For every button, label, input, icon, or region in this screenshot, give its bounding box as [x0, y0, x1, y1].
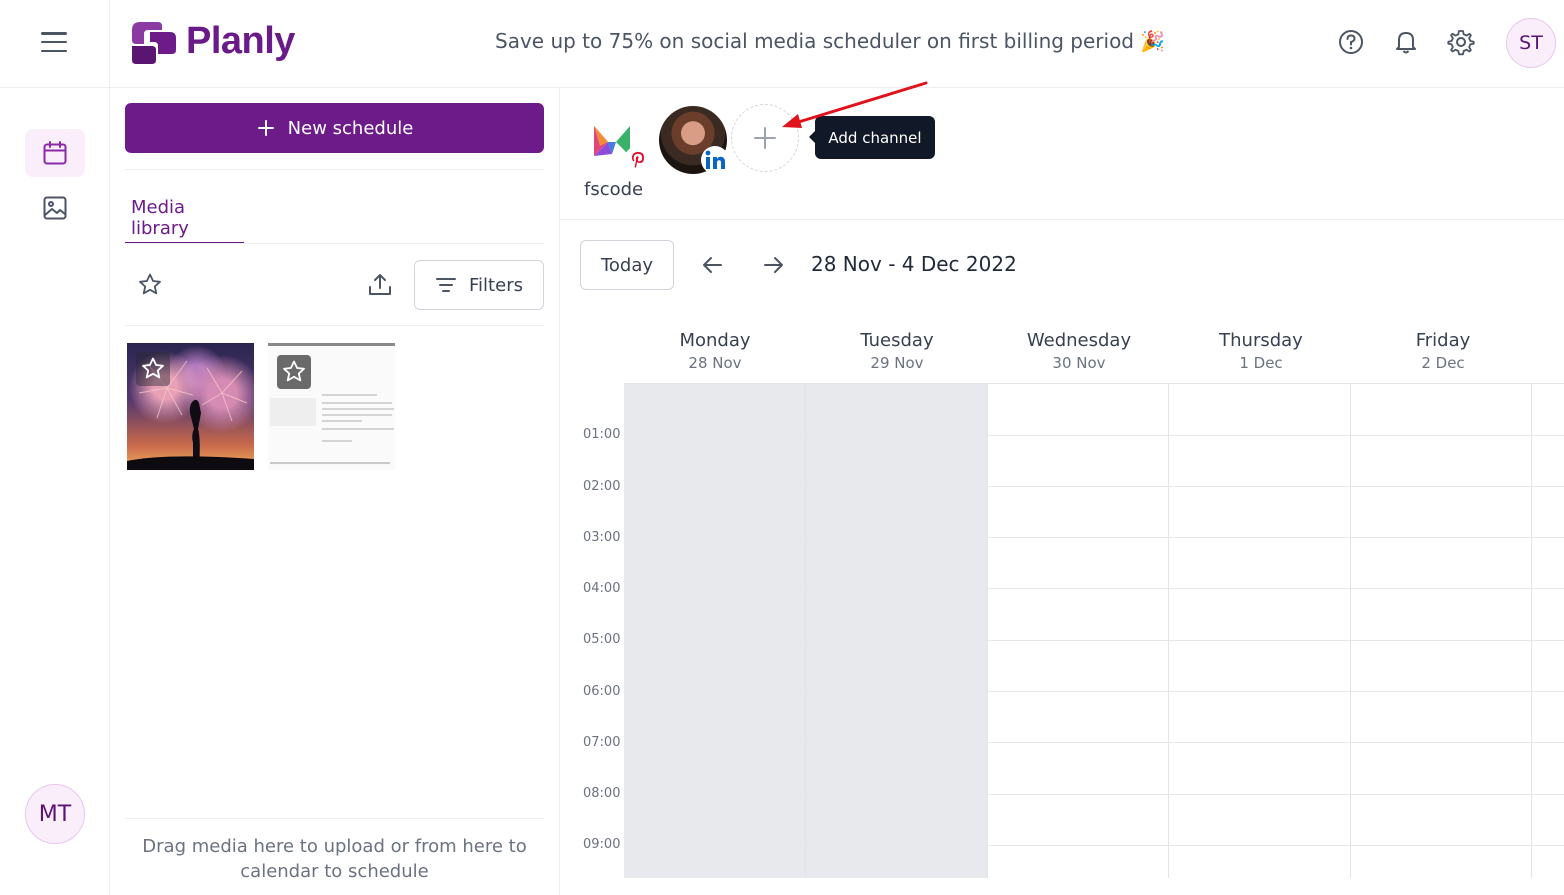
upload-icon[interactable] [364, 269, 396, 301]
day-date: 29 Nov [870, 354, 924, 372]
divider [560, 219, 1564, 220]
grid-column-line [987, 384, 988, 878]
grid-row-line [624, 435, 1564, 436]
divider [125, 243, 544, 244]
new-schedule-button[interactable]: New schedule [125, 103, 544, 153]
grid-column-line [1168, 384, 1169, 878]
plus-icon [754, 127, 776, 149]
hour-label: 09:00 [583, 837, 621, 852]
favorites-star-icon[interactable] [134, 269, 166, 301]
planly-logo-icon [132, 22, 176, 64]
grid-row-line [624, 845, 1564, 846]
channel-pinterest[interactable] [578, 106, 652, 174]
grid-column-line [1350, 384, 1351, 878]
calendar-grid[interactable] [624, 383, 1564, 878]
day-date: 28 Nov [688, 354, 742, 372]
promo-banner[interactable]: Save up to 75% on social media scheduler… [495, 29, 1165, 53]
favorite-star-icon[interactable] [136, 352, 170, 386]
day-name: Monday [679, 330, 751, 351]
app-name: Planly [186, 19, 295, 62]
prev-week-arrow-icon[interactable] [698, 252, 726, 278]
filter-icon [436, 278, 457, 292]
grid-column-line [1531, 384, 1532, 878]
rail-media[interactable] [25, 184, 85, 232]
image-icon [43, 196, 67, 220]
channel-linkedin[interactable] [659, 106, 729, 174]
hour-label: 07:00 [583, 735, 621, 750]
grid-row-line [624, 537, 1564, 538]
media-item-document[interactable] [268, 343, 395, 470]
workspace-avatar[interactable]: MT [25, 784, 85, 844]
date-range: 28 Nov - 4 Dec 2022 [811, 252, 1017, 276]
tab-media-library[interactable]: Media library [125, 188, 244, 244]
grid-row-line [624, 640, 1564, 641]
hour-label: 04:00 [583, 581, 621, 596]
media-item-fireworks[interactable] [127, 343, 254, 470]
day-header-wednesday[interactable]: Wednesday 30 Nov [988, 330, 1170, 372]
drag-hint: Drag media here to upload or from here t… [142, 836, 527, 882]
rail-divider [109, 0, 110, 895]
bell-icon[interactable] [1392, 28, 1420, 56]
hour-label: 02:00 [583, 479, 621, 494]
day-name: Tuesday [860, 330, 934, 351]
app-logo[interactable]: Planly [128, 16, 295, 66]
day-name: Friday [1415, 330, 1471, 351]
grid-row-line [624, 588, 1564, 589]
grid-row-line [624, 691, 1564, 692]
rail-calendar[interactable] [25, 129, 85, 177]
day-name: Wednesday [1026, 330, 1132, 351]
hour-label: 08:00 [583, 786, 621, 801]
divider [125, 325, 544, 326]
promo-text: Save up to 75% on social media scheduler… [495, 29, 1135, 53]
plus-icon [257, 120, 274, 136]
channel-group-name: fscode [584, 179, 644, 200]
day-name: Thursday [1219, 330, 1303, 351]
panel-divider [559, 88, 560, 895]
divider [125, 169, 544, 170]
day-date: 1 Dec [1239, 354, 1283, 372]
hour-label: 03:00 [583, 530, 621, 545]
menu-icon[interactable] [28, 28, 80, 56]
hour-label: 01:00 [583, 427, 621, 442]
new-schedule-label: New schedule [287, 117, 414, 139]
pinterest-icon [624, 146, 652, 174]
calendar-icon [43, 141, 67, 165]
today-button[interactable]: Today [580, 240, 674, 290]
day-date: 30 Nov [1052, 354, 1106, 372]
hour-label: 05:00 [583, 632, 621, 647]
day-header-friday[interactable]: Friday 2 Dec [1352, 330, 1534, 372]
party-icon: 🎉 [1140, 29, 1165, 53]
top-bar: Planly Save up to 75% on social media sc… [0, 0, 1564, 88]
grid-row-line [624, 742, 1564, 743]
user-avatar[interactable]: ST [1506, 18, 1556, 68]
next-week-arrow-icon[interactable] [760, 252, 788, 278]
grid-column-line [805, 384, 806, 878]
favorite-star-icon[interactable] [277, 355, 311, 389]
gear-icon[interactable] [1447, 28, 1475, 56]
grid-row-line [624, 486, 1564, 487]
day-header-thursday[interactable]: Thursday 1 Dec [1170, 330, 1352, 372]
annotation-arrow-icon [782, 81, 928, 128]
day-header-monday[interactable]: Monday 28 Nov [624, 330, 806, 372]
help-icon[interactable] [1337, 28, 1365, 56]
filters-button[interactable]: Filters [414, 260, 544, 310]
day-date: 2 Dec [1421, 354, 1465, 372]
divider [125, 818, 544, 819]
day-header-tuesday[interactable]: Tuesday 29 Nov [806, 330, 988, 372]
hour-label: 06:00 [583, 684, 621, 699]
filters-label: Filters [469, 274, 523, 296]
grid-row-line [624, 794, 1564, 795]
linkedin-icon [701, 146, 729, 174]
